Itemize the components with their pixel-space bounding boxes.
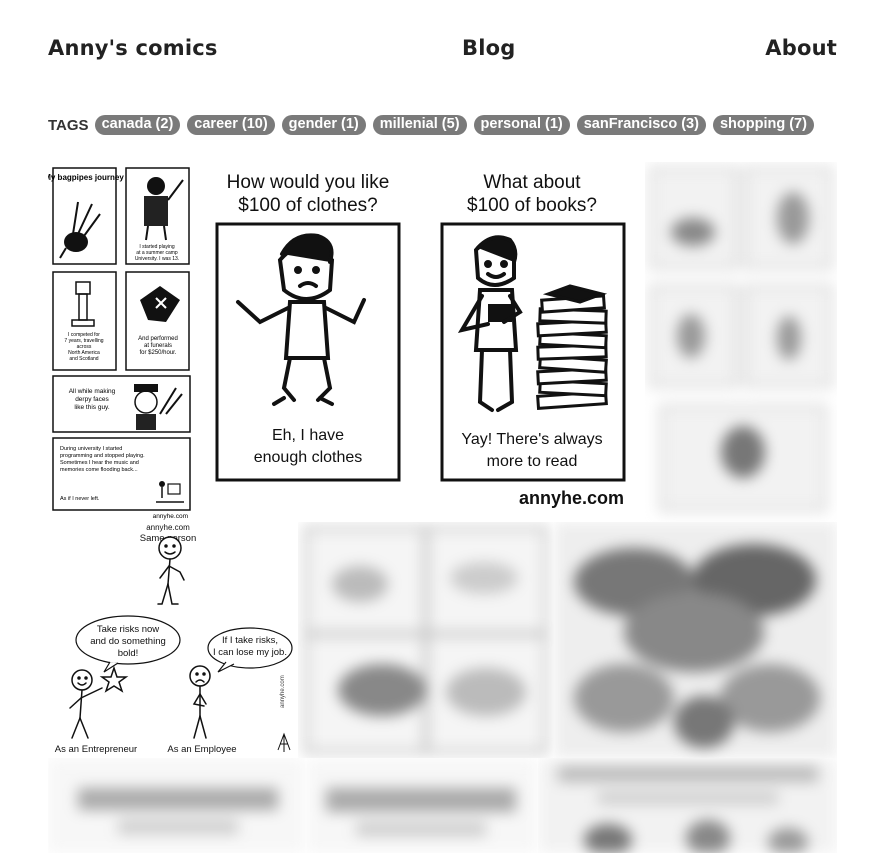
- comic-thumbnail-blurred-3[interactable]: [554, 522, 837, 758]
- comic-thumbnail-blurred-2[interactable]: [298, 522, 554, 758]
- answer-books-line1: Yay! There's always: [461, 431, 602, 448]
- label-employee: As an Employee: [167, 744, 236, 755]
- question-clothes-line1: How would you like: [227, 172, 390, 193]
- comic-thumbnail-same-person[interactable]: annyhe.com Same person Take risks now an…: [48, 522, 298, 758]
- answer-clothes-line1: Eh, I have: [272, 427, 344, 444]
- question-books-line2: $100 of books?: [467, 195, 597, 216]
- site-title-link[interactable]: Anny's comics: [48, 36, 218, 60]
- speech-bubble-entrepreneur: Take risks now and do something bold!: [75, 615, 181, 673]
- panel-caption-end: As if I never left.: [60, 496, 100, 502]
- comic-credit-vertical: annyhe.com: [280, 675, 286, 708]
- tag-shopping[interactable]: shopping (7): [712, 115, 814, 135]
- tag-bar: TAGS canada (2) career (10) gender (1) m…: [48, 115, 821, 135]
- employee-stick-figure: [189, 665, 211, 739]
- comic-credit: annyhe.com: [153, 513, 188, 520]
- nav-blog-link[interactable]: Blog: [462, 36, 515, 60]
- comic-thumbnail-blurred-5[interactable]: [306, 758, 538, 853]
- entrepreneur-stick-figure: [69, 665, 129, 739]
- panel-caption: I started playing at a summer camp Univers…: [135, 244, 179, 262]
- answer-clothes-line2: enough clothes: [254, 449, 363, 466]
- book-stack: [536, 284, 608, 410]
- speech-bubble-employee: If I take risks, I can lose my job.: [207, 627, 293, 673]
- signature-mark: [277, 732, 291, 752]
- nav-about-link[interactable]: About: [765, 36, 837, 60]
- tag-millenial[interactable]: millenial (5): [372, 115, 467, 135]
- tag-sanfrancisco[interactable]: sanFrancisco (3): [576, 115, 706, 135]
- answer-books-line2: more to read: [487, 453, 578, 470]
- tag-canada[interactable]: canada (2): [94, 115, 181, 135]
- comic-thumbnail-blurred-4[interactable]: [48, 758, 306, 853]
- tag-personal[interactable]: personal (1): [473, 115, 570, 135]
- comic-credit: annyhe.com: [519, 488, 624, 508]
- panel-caption: And performed at funerals for $250/hour.: [138, 336, 178, 356]
- top-nav: Anny's comics Blog About: [48, 36, 837, 66]
- comic-credit: annyhe.com: [146, 523, 190, 532]
- comic-thumbnail-bagpipes[interactable]: My bagpipes journey I started playing at …: [48, 162, 198, 522]
- comic-panel: [52, 167, 117, 265]
- smiling-stick-figure: [157, 536, 185, 605]
- question-books-line1: What about: [483, 172, 581, 193]
- question-clothes-line2: $100 of clothes?: [238, 195, 377, 216]
- tag-career[interactable]: career (10): [187, 115, 275, 135]
- panel-caption: All while making derpy faces like this guy…: [69, 388, 116, 411]
- panel-caption: My bagpipes journey: [48, 173, 124, 182]
- label-entrepreneur: As an Entrepreneur: [55, 744, 137, 755]
- tags-label: TAGS: [48, 116, 89, 134]
- comic-thumbnail-blurred-6[interactable]: [538, 758, 837, 853]
- comic-thumbnail-clothes-books[interactable]: How would you like $100 of clothes? What…: [198, 162, 645, 522]
- tag-gender[interactable]: gender (1): [281, 115, 366, 135]
- svg-text:If I take risks,I can lose my: If I take risks, I can lose my job.: [213, 635, 287, 658]
- comic-thumbnail-blurred-1[interactable]: [645, 162, 837, 522]
